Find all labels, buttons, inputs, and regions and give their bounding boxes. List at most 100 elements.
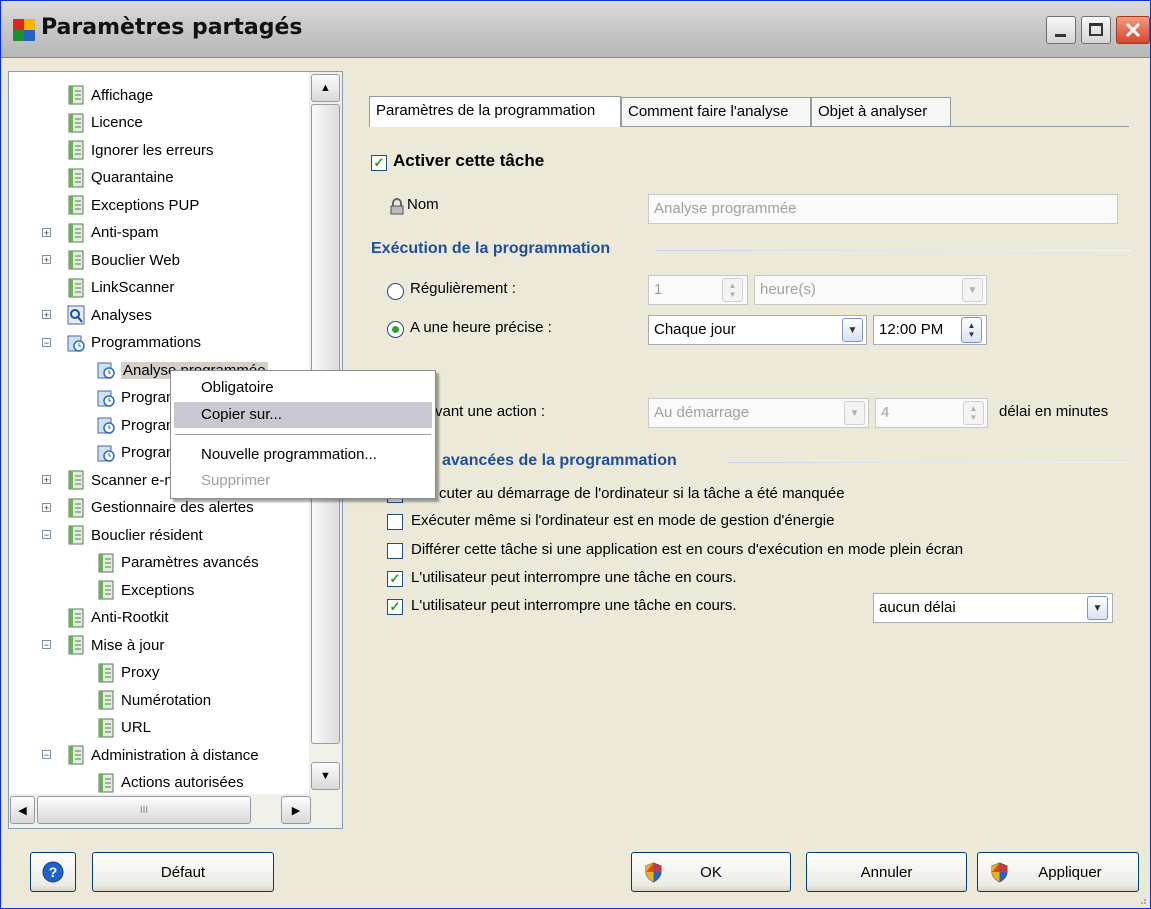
power-mode-checkbox[interactable] [387, 514, 403, 530]
tab-schedule-settings[interactable]: Paramètres de la programmation [369, 96, 621, 127]
apply-button[interactable]: Appliquer [977, 852, 1139, 892]
frequency-dropdown[interactable]: ▼ [842, 318, 863, 342]
minimize-button[interactable] [1046, 16, 1076, 44]
document-icon [68, 113, 84, 132]
document-icon [68, 525, 84, 545]
spin-down-icon: ▼ [728, 290, 737, 299]
expand-toggle[interactable]: + [42, 502, 51, 512]
action-dropdown[interactable]: ▼ [844, 401, 865, 425]
schedule-icon [97, 445, 115, 462]
resize-grip-icon[interactable] [1137, 895, 1147, 905]
tree-horizontal-scrollbar[interactable]: ◀ III ▶ [9, 794, 342, 828]
expand-toggle[interactable]: + [42, 475, 51, 485]
arrow-up-icon: ▲ [320, 82, 331, 94]
regular-radio[interactable] [387, 283, 404, 300]
time-spin-buttons[interactable]: ▲ ▼ [961, 317, 982, 343]
tree-item[interactable]: Anti-spam [67, 220, 159, 246]
delay-spin-buttons[interactable]: ▲ ▼ [963, 401, 984, 425]
menu-item-new-schedule[interactable]: Nouvelle programmation... [174, 442, 432, 468]
interrupt-delay-dropdown[interactable]: ▼ [1087, 596, 1108, 620]
document-icon [68, 278, 84, 297]
collapse-toggle[interactable]: − [42, 530, 51, 540]
tree-item[interactable]: Bouclier Web [67, 247, 180, 273]
maximize-button[interactable] [1081, 16, 1111, 44]
tree-item-label: Gestionnaire des alertes [91, 499, 254, 516]
cancel-button[interactable]: Annuler [806, 852, 967, 892]
document-icon [68, 470, 84, 490]
expand-toggle[interactable]: + [42, 227, 51, 237]
expand-toggle[interactable]: + [42, 310, 51, 320]
action-select[interactable]: Au démarrage [648, 398, 869, 428]
tree-item[interactable]: Numérotation [97, 687, 211, 713]
enable-task-checkbox[interactable]: ✓ [371, 155, 387, 171]
tree-item[interactable]: Bouclier résident [67, 522, 203, 548]
frequency-select[interactable]: Chaque jour [648, 315, 867, 345]
tree-item[interactable]: LinkScanner [67, 275, 174, 301]
scroll-right-button[interactable]: ▶ [281, 796, 311, 824]
settings-window: Paramètres partagés Affichage Licence Igno… [0, 0, 1151, 909]
collapse-toggle[interactable]: − [42, 337, 51, 347]
menu-item-delete[interactable]: Supprimer [174, 468, 432, 494]
h-scroll-thumb[interactable]: III [37, 796, 251, 824]
document-icon [68, 223, 84, 242]
close-button[interactable] [1116, 16, 1150, 44]
tree-item[interactable]: Actions autorisées [97, 770, 244, 795]
window-title: Paramètres partagés [41, 15, 303, 40]
collapse-toggle[interactable]: − [42, 640, 51, 650]
tree-item[interactable]: Programmations [67, 330, 201, 356]
section-advanced-rule [729, 462, 1129, 463]
check-icon: ✓ [373, 155, 385, 170]
regular-unit-dropdown[interactable]: ▼ [962, 278, 983, 302]
collapse-toggle[interactable]: − [42, 750, 51, 760]
tree-item-label: Anti-Rootkit [91, 609, 169, 626]
grip-icon: III [139, 804, 149, 816]
tree-item-label: URL [121, 719, 152, 736]
tree-item-label: Exceptions [121, 581, 195, 599]
tab-scan-object[interactable]: Objet à analyser [811, 97, 951, 126]
tree-item[interactable]: Ignorer les erreurs [67, 137, 214, 163]
regular-unit-select[interactable]: heure(s) [754, 275, 987, 305]
tree-item[interactable]: Proxy [97, 660, 159, 686]
tree-item-label: Bouclier Web [91, 251, 180, 269]
user-interrupt-delay-checkbox[interactable]: ✓ [387, 599, 403, 615]
arrow-down-icon: ▼ [320, 770, 331, 782]
document-icon [98, 718, 114, 737]
specific-time-radio[interactable] [387, 321, 404, 338]
tree-item[interactable]: Exceptions [97, 577, 194, 603]
title-bar[interactable]: Paramètres partagés [1, 1, 1150, 58]
tree-item-label: Paramètres avancés [121, 554, 259, 571]
menu-item-copy-to[interactable]: Copier sur... [174, 402, 432, 428]
tree-item[interactable]: Licence [67, 110, 143, 136]
scroll-left-button[interactable]: ◀ [10, 796, 35, 824]
regular-interval-spin-buttons[interactable]: ▲ ▼ [722, 278, 743, 302]
chevron-down-icon: ▼ [849, 407, 860, 419]
interrupt-delay-select[interactable]: aucun délai [873, 593, 1113, 623]
chevron-down-icon: ▼ [1092, 602, 1103, 614]
scroll-up-button[interactable]: ▲ [311, 74, 340, 102]
tree-item[interactable]: Analyses [67, 302, 152, 328]
document-icon [68, 168, 84, 187]
tree-item[interactable]: Anti-Rootkit [67, 605, 169, 631]
tree-item[interactable]: Paramètres avancés [97, 550, 259, 576]
scroll-down-button[interactable]: ▼ [311, 762, 340, 790]
tree-item[interactable]: Exceptions PUP [67, 192, 199, 218]
arrow-right-icon: ▶ [291, 804, 301, 817]
ok-button[interactable]: OK [631, 852, 791, 892]
name-field[interactable]: Analyse programmée [648, 194, 1118, 224]
help-button[interactable]: ? [30, 852, 76, 892]
expand-toggle[interactable]: + [42, 255, 51, 265]
tree-item[interactable]: Mise à jour [67, 632, 164, 658]
tree-item[interactable]: Quarantaine [67, 165, 174, 191]
document-icon [98, 580, 114, 600]
tree-item[interactable]: URL [97, 715, 151, 741]
specific-time-label: A une heure précise : [410, 319, 552, 336]
tree-item[interactable]: Administration à distance [67, 742, 259, 768]
fullscreen-defer-checkbox[interactable] [387, 543, 403, 559]
regular-label: Régulièrement : [410, 280, 516, 297]
tab-how-to-scan[interactable]: Comment faire l'analyse [621, 97, 811, 126]
menu-item-mandatory[interactable]: Obligatoire [174, 375, 432, 401]
tree-item[interactable]: Affichage [67, 82, 153, 108]
help-icon: ? [42, 861, 64, 883]
user-interrupt-checkbox[interactable]: ✓ [387, 571, 403, 587]
default-button[interactable]: Défaut [92, 852, 274, 892]
